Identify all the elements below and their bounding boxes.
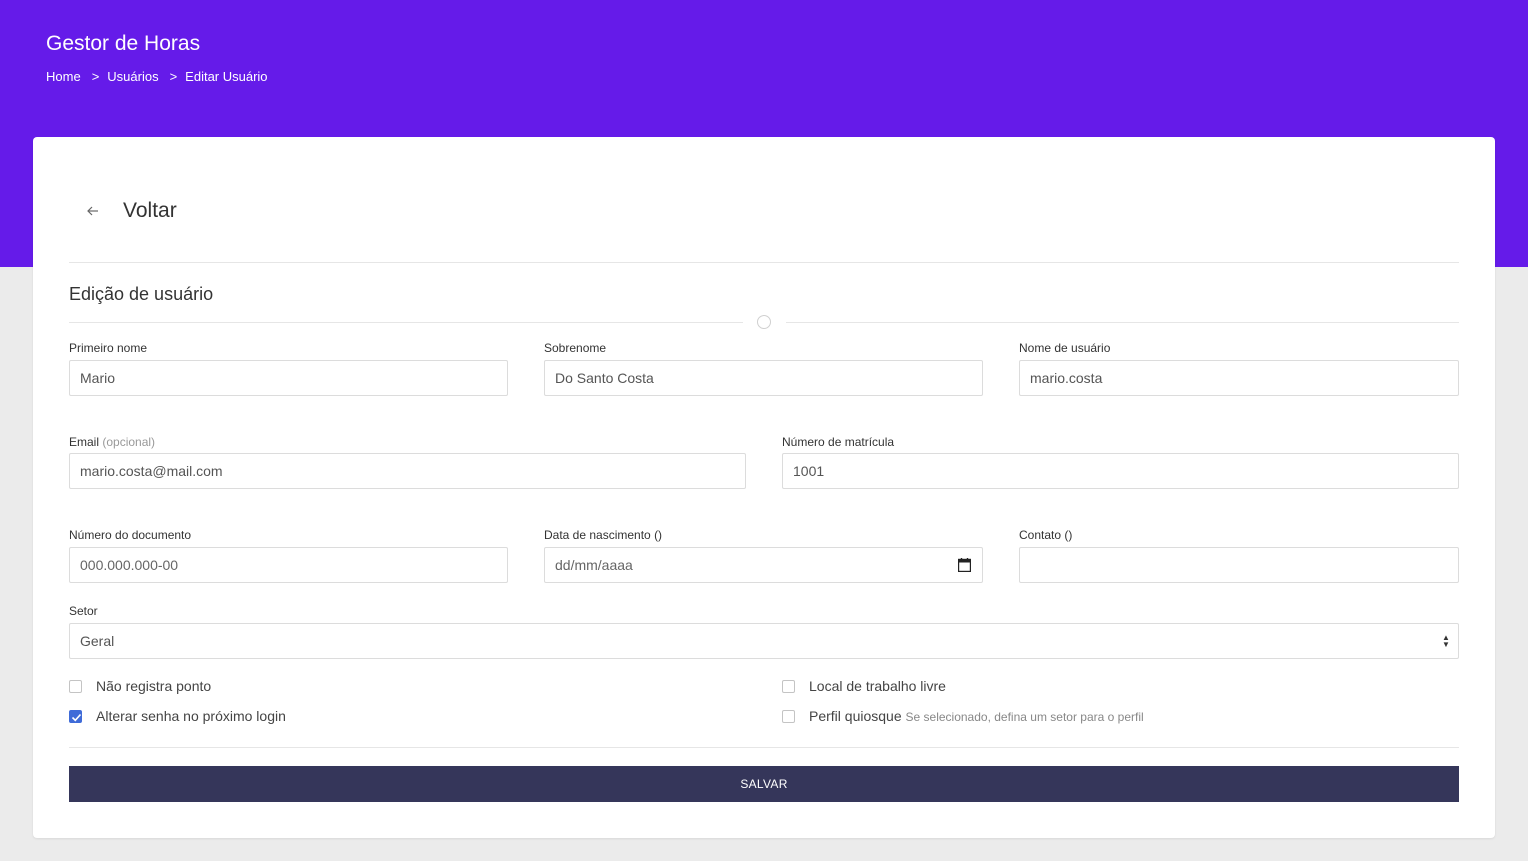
email-label-text: Email [69, 435, 100, 449]
first-name-input[interactable] [69, 360, 508, 396]
breadcrumb-edit-user: Editar Usuário [185, 69, 268, 84]
sector-label: Setor [69, 604, 98, 618]
back-label: Voltar [123, 199, 177, 222]
kiosk-profile-checkbox[interactable] [782, 710, 795, 723]
username-label: Nome de usuário [1019, 341, 1111, 355]
sector-selected-value: Geral [80, 633, 115, 649]
birth-date-label: Data de nascimento () [544, 528, 663, 542]
registration-label: Número de matrícula [782, 435, 895, 449]
check-icon [71, 713, 82, 722]
calendar-icon[interactable] [957, 558, 972, 573]
app-title: Gestor de Horas [46, 32, 201, 55]
divider [69, 322, 743, 323]
change-password-checkbox[interactable] [69, 710, 82, 723]
email-field[interactable] [69, 453, 746, 489]
back-button[interactable]: Voltar [83, 199, 177, 223]
breadcrumb-users[interactable]: Usuários [107, 69, 158, 84]
arrow-left-icon [83, 204, 103, 218]
contact-label: Contato () [1019, 528, 1073, 542]
breadcrumb-home[interactable]: Home [46, 69, 81, 84]
divider [786, 322, 1459, 323]
kiosk-profile-label[interactable]: Perfil quiosque Se selecionado, defina u… [809, 708, 1144, 724]
no-clock-checkbox[interactable] [69, 680, 82, 693]
sector-select[interactable]: Geral [69, 623, 1459, 659]
no-clock-label[interactable]: Não registra ponto [96, 678, 211, 694]
document-input[interactable] [69, 547, 508, 583]
email-optional-tag: (opcional) [102, 435, 156, 449]
kiosk-profile-hint: Se selecionado, defina um setor para o p… [905, 710, 1144, 724]
last-name-input[interactable] [544, 360, 983, 396]
breadcrumb-separator: > [91, 69, 100, 84]
birth-date-input[interactable] [544, 547, 983, 583]
save-button[interactable]: SALVAR [69, 766, 1459, 802]
free-workplace-checkbox[interactable] [782, 680, 795, 693]
document-label: Número do documento [69, 528, 192, 542]
kiosk-profile-label-text: Perfil quiosque [809, 708, 902, 724]
circle-icon [757, 315, 771, 329]
free-workplace-label[interactable]: Local de trabalho livre [809, 678, 946, 694]
divider [69, 747, 1459, 748]
select-arrows-icon: ▲ ▼ [1442, 633, 1450, 649]
registration-input[interactable] [782, 453, 1459, 489]
divider [69, 262, 1459, 263]
form-title: Edição de usuário [69, 284, 214, 304]
form-card: Voltar Edição de usuário Primeiro nome S… [33, 137, 1495, 838]
first-name-label: Primeiro nome [69, 341, 148, 355]
breadcrumb-separator: > [169, 69, 178, 84]
contact-input[interactable] [1019, 547, 1459, 583]
email-label: Email (opcional) [69, 435, 155, 449]
username-input[interactable] [1019, 360, 1459, 396]
breadcrumb: Home > Usuários > Editar Usuário [46, 69, 268, 84]
change-password-label[interactable]: Alterar senha no próximo login [96, 708, 286, 724]
last-name-label: Sobrenome [544, 341, 607, 355]
